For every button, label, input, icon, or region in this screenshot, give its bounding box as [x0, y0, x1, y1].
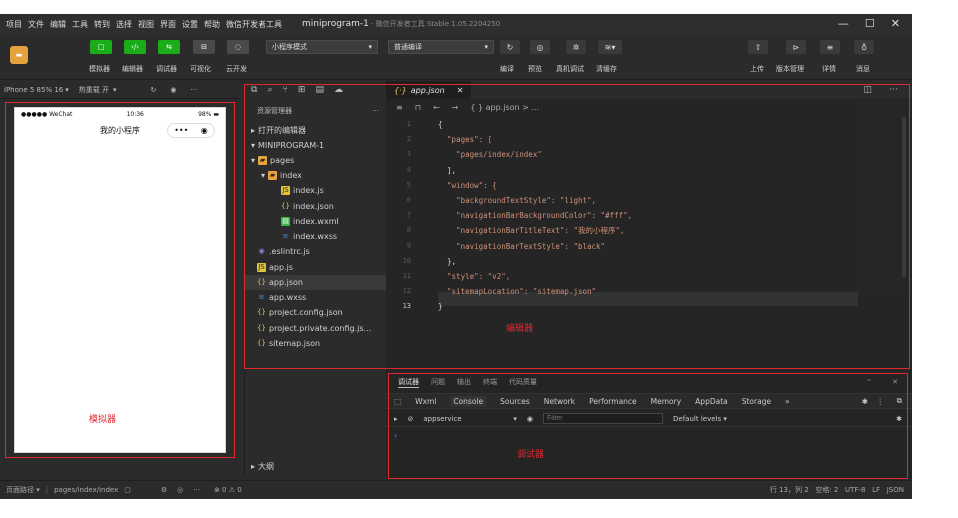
window-title: miniprogram-1 [302, 19, 369, 29]
battery-icon: ▬ [213, 110, 219, 118]
battery-status: 98% ▬ [198, 111, 219, 118]
upload-icon[interactable]: ⇧ [748, 40, 768, 54]
message-icon[interactable]: ♁ [854, 40, 874, 54]
chevron-right-icon: ▸ [251, 462, 256, 471]
more-icon[interactable]: ··· [190, 86, 197, 94]
editor-label: 编辑器 [122, 65, 143, 73]
scene-icon[interactable]: ⚙ [161, 486, 167, 494]
window-subtitle: - 微信开发者工具 Stable 1.05.2204250 [370, 20, 501, 28]
menu-item[interactable]: 转到 [94, 19, 110, 30]
capsule-button[interactable]: ••• ◉ [167, 123, 215, 138]
compile-icon[interactable]: ↻ [500, 40, 520, 54]
status-time: 10:36 [126, 110, 144, 118]
simulator-bar: iPhone 5 85% 16 ▾ 热重载 开 ▾ ↻ ◉ ··· [0, 81, 240, 99]
status-bar: 页面路径 ▾ | pages/index/index ▢ ⚙ ◎ ··· ⊗ 0… [0, 480, 912, 499]
simulator-button[interactable]: □ [90, 40, 112, 54]
menu-item[interactable]: 编辑 [50, 19, 66, 30]
version-icon[interactable]: ⊳ [786, 40, 806, 54]
toolbar: ▬ □ ‹/› ⇆ ⊟ ◌ 模拟器 编辑器 调试器 可视化 云开发 小程序模式 ▾… [0, 34, 912, 80]
simulator-label: 模拟器 [89, 65, 110, 73]
phone-status-bar: ●●●●● WeChat 10:36 98% ▬ [15, 108, 225, 120]
debugger-button[interactable]: ⇆ [158, 40, 180, 54]
message-label: 消息 [856, 65, 870, 73]
preview-icon[interactable]: ◎ [530, 40, 550, 54]
cloud-button[interactable]: ◌ [227, 40, 249, 54]
avatar[interactable]: ▬ [10, 46, 28, 64]
record-icon[interactable]: ◉ [170, 86, 176, 94]
editor-highlight-box [244, 84, 910, 369]
more-icon[interactable]: ··· [193, 486, 200, 494]
menu-item[interactable]: 微信开发者工具 [226, 19, 282, 30]
chevron-down-icon: ▾ [368, 43, 372, 51]
outline-label: 大纲 [258, 462, 275, 471]
version-label: 版本管理 [776, 65, 804, 73]
maximize-icon[interactable]: ☐ [865, 17, 875, 30]
menu-item[interactable]: 文件 [28, 19, 44, 30]
phone-screen[interactable]: ●●●●● WeChat 10:36 98% ▬ 我的小程序 ••• ◉ [14, 107, 226, 453]
visual-button[interactable]: ⊟ [193, 40, 215, 54]
upload-label: 上传 [750, 65, 764, 73]
debug-highlight-box [388, 373, 908, 479]
window-controls: — ☐ ✕ [838, 17, 900, 30]
remote-debug-label: 真机调试 [556, 65, 584, 73]
compile-label: 编译 [500, 65, 514, 73]
chevron-down-icon: ▾ [112, 85, 117, 94]
debug-icon[interactable]: ✲ [566, 40, 586, 54]
simulator-label: 模拟器 [89, 415, 117, 425]
carrier-text: ●●●●● WeChat [21, 110, 73, 118]
device-select[interactable]: iPhone 5 85% 16 [4, 86, 63, 94]
divider: | [45, 486, 49, 494]
close-icon[interactable]: ✕ [891, 17, 900, 30]
visual-label: 可视化 [190, 65, 211, 73]
mode-select-value: 小程序模式 [272, 43, 307, 51]
menu-item[interactable]: 界面 [160, 19, 176, 30]
cursor-info: 行 13，列 2 空格: 2 UTF-8 LF JSON [769, 486, 904, 494]
clear-cache-label: 清缓存 [596, 65, 617, 73]
hot-reload-toggle[interactable]: 热重载 开 [79, 85, 109, 95]
menu-item[interactable]: 视图 [138, 19, 154, 30]
menu-item[interactable]: 设置 [182, 19, 198, 30]
menu-item[interactable]: 项目 [6, 19, 22, 30]
details-icon[interactable]: ≡ [820, 40, 840, 54]
eye-icon[interactable]: ◎ [177, 486, 183, 494]
refresh-icon[interactable]: ↻ [151, 86, 157, 94]
mode-select[interactable]: 小程序模式 ▾ [266, 40, 378, 54]
menu-item[interactable]: 帮助 [204, 19, 220, 30]
compile-select[interactable]: 普通编译 ▾ [388, 40, 494, 54]
minimize-icon[interactable]: — [838, 17, 849, 30]
chevron-down-icon: ▾ [65, 85, 69, 94]
menu-item[interactable]: 选择 [116, 19, 132, 30]
preview-label: 预览 [528, 65, 542, 73]
problems-count[interactable]: ⊗ 0 ⚠ 0 [214, 486, 242, 494]
more-icon[interactable]: ••• [174, 126, 188, 135]
menubar: 项目 文件 编辑 工具 转到 选择 视图 界面 设置 帮助 微信开发者工具 mi… [0, 14, 912, 34]
battery-text: 98% [198, 110, 212, 118]
menu-item[interactable]: 工具 [72, 19, 88, 30]
page-path-select[interactable]: 页面路径 ▾ [6, 485, 40, 495]
editor-button[interactable]: ‹/› [124, 40, 146, 54]
outline-section[interactable]: ▸ 大纲 [245, 459, 387, 474]
nav-title: 我的小程序 [100, 125, 140, 135]
copy-icon[interactable]: ▢ [124, 486, 131, 494]
debugger-label: 调试器 [156, 65, 177, 73]
clear-cache-icon[interactable]: ≋▾ [598, 40, 622, 54]
chevron-down-icon: ▾ [484, 43, 488, 51]
target-icon[interactable]: ◉ [201, 126, 208, 135]
page-path: pages/index/index [54, 486, 119, 494]
details-label: 详情 [822, 65, 836, 73]
compile-select-value: 普通编译 [394, 43, 422, 51]
cloud-label: 云开发 [226, 65, 247, 73]
